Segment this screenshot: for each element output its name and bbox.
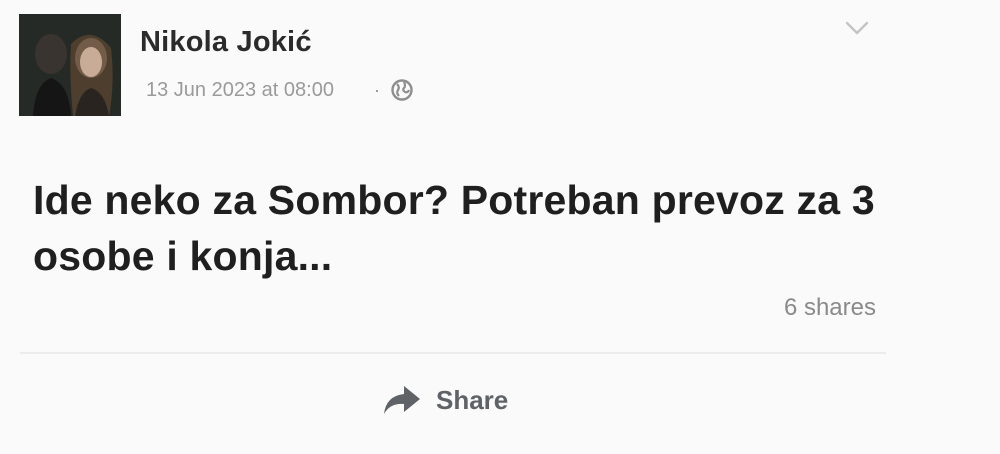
share-label: Share <box>436 384 509 415</box>
post-text: Ide neko za Sombor? Potreban prevoz za 3… <box>33 177 875 279</box>
post-timestamp[interactable]: 13 Jun 2023 at 08:00 <box>146 79 334 102</box>
meta-separator: · <box>373 79 380 100</box>
shares-count[interactable]: 6 shares <box>784 294 876 322</box>
globe-icon[interactable] <box>390 78 414 102</box>
share-button[interactable]: Share <box>380 382 508 418</box>
avatar[interactable] <box>19 14 121 116</box>
post-meta: 13 Jun 2023 at 08:00 · <box>146 78 414 102</box>
divider <box>20 352 886 354</box>
post-card: Nikola Jokić 13 Jun 2023 at 08:00 · Ide … <box>0 0 1000 454</box>
chevron-down-icon[interactable] <box>843 18 871 38</box>
share-arrow-icon <box>380 382 424 418</box>
author-name[interactable]: Nikola Jokić <box>140 26 312 59</box>
